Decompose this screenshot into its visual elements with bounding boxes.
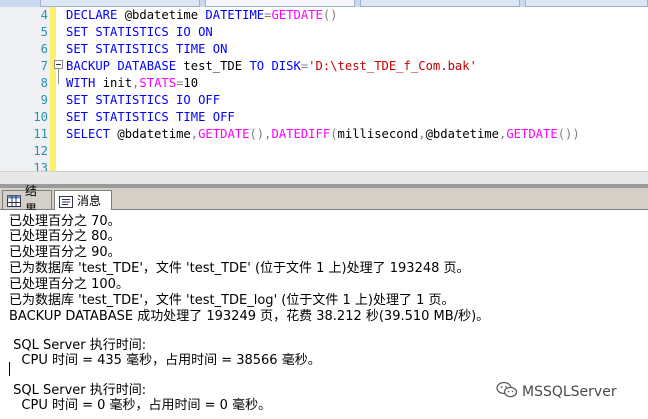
code-text: SET STATISTICS IO ON: [66, 24, 213, 41]
grid-icon: [7, 194, 21, 207]
line-number: 8: [40, 76, 48, 90]
code-token: ()): [557, 127, 580, 141]
code-line[interactable]: 11 SELECT @bdatetime,GETDATE(),DATEDIFF(m…: [0, 126, 648, 143]
code-token: WITH: [66, 76, 103, 90]
code-token: (),: [249, 127, 272, 141]
line-number: 9: [40, 93, 48, 107]
code-token: DECLARE: [66, 8, 125, 22]
tab-messages-label: 消息: [77, 193, 102, 208]
line-number: 12: [33, 144, 48, 158]
line-number: 10: [33, 110, 48, 124]
code-text: SET STATISTICS IO OFF: [66, 92, 220, 109]
line-number: 4: [40, 8, 48, 22]
document-tab[interactable]: [205, 0, 355, 7]
code-token: test_TDE: [183, 59, 250, 73]
line-number: 6: [40, 42, 48, 56]
line-number: 5: [40, 25, 48, 39]
code-token: 10: [183, 76, 199, 90]
line-number: 7: [40, 59, 48, 73]
code-text: DECLARE @bdatetime DATETIME=GETDATE(): [66, 7, 338, 24]
results-tab-strip: 结果 消息: [0, 184, 648, 216]
document-tab[interactable]: [525, 0, 648, 7]
code-token: SET STATISTICS IO ON: [66, 25, 213, 39]
code-token: (): [322, 8, 338, 22]
code-token: GETDATE: [198, 127, 250, 141]
tab-results[interactable]: 结果: [2, 184, 52, 216]
code-token: STATS: [139, 76, 177, 90]
code-line[interactable]: 6 SET STATISTICS TIME ON: [0, 41, 648, 58]
code-token: millisecond: [337, 127, 419, 141]
code-token: SET STATISTICS IO OFF: [66, 93, 221, 107]
wechat-icon: [496, 381, 518, 403]
code-token: TO DISK: [249, 59, 301, 73]
code-token: DATEDIFF: [271, 127, 331, 141]
messages-icon: [59, 195, 73, 208]
code-token: ,: [418, 127, 426, 141]
text-caret: [9, 362, 10, 376]
document-tab[interactable]: [40, 0, 200, 7]
message-line: CPU 时间 = 435 毫秒，占用时间 = 38566 毫秒。: [9, 353, 321, 368]
watermark-text: MSSQLServer: [522, 384, 617, 400]
code-text: SET STATISTICS TIME OFF: [66, 109, 235, 126]
query-editor[interactable]: 4 DECLARE @bdatetime DATETIME=GETDATE() 5 S…: [0, 7, 648, 175]
code-line[interactable]: 5 SET STATISTICS IO ON: [0, 24, 648, 41]
code-line[interactable]: 7 BACKUP DATABASE test_TDE TO DISK='D:\te…: [0, 58, 648, 75]
code-line[interactable]: 8 WITH init,STATS=10: [0, 75, 648, 92]
code-token: 'D:\test_TDE_f_Com.bak': [308, 59, 477, 73]
line-number: 11: [33, 127, 48, 141]
code-token: SELECT: [66, 127, 118, 141]
code-token: DATETIME: [205, 8, 265, 22]
code-token: init: [102, 76, 133, 90]
code-token: ,: [190, 127, 199, 141]
code-text: SET STATISTICS TIME ON: [66, 41, 227, 58]
code-token: BACKUP DATABASE: [66, 59, 184, 73]
code-token: @bdatetime: [425, 127, 499, 141]
code-token: SET STATISTICS TIME ON: [66, 42, 228, 56]
code-token: @bdatetime: [117, 127, 191, 141]
watermark: MSSQLServer: [496, 381, 617, 403]
code-token: GETDATE: [506, 127, 558, 141]
code-token: @bdatetime: [124, 8, 206, 22]
code-line[interactable]: 4 DECLARE @bdatetime DATETIME=GETDATE(): [0, 7, 648, 24]
code-text: BACKUP DATABASE test_TDE TO DISK='D:\tes…: [66, 58, 477, 75]
code-line[interactable]: 12: [0, 143, 648, 160]
code-line[interactable]: 10 SET STATISTICS TIME OFF: [0, 109, 648, 126]
tab-messages[interactable]: 消息: [54, 190, 112, 210]
message-line: BACKUP DATABASE 成功处理了 193249 页，花费 38.212…: [9, 309, 490, 324]
code-line[interactable]: 9 SET STATISTICS IO OFF: [0, 92, 648, 109]
code-token: GETDATE: [271, 8, 323, 22]
code-text: WITH init,STATS=10: [66, 75, 198, 92]
message-line: CPU 时间 = 0 毫秒，占用时间 = 0 毫秒。: [9, 398, 272, 413]
editor-horizontal-scrollbar[interactable]: [0, 171, 648, 185]
code-token: SET STATISTICS TIME OFF: [66, 110, 235, 124]
code-text: SELECT @bdatetime,GETDATE(),DATEDIFF(mil…: [66, 126, 580, 143]
code-token: (: [330, 127, 338, 141]
document-tab-strip: [0, 0, 648, 7]
document-tab[interactable]: [360, 0, 520, 7]
